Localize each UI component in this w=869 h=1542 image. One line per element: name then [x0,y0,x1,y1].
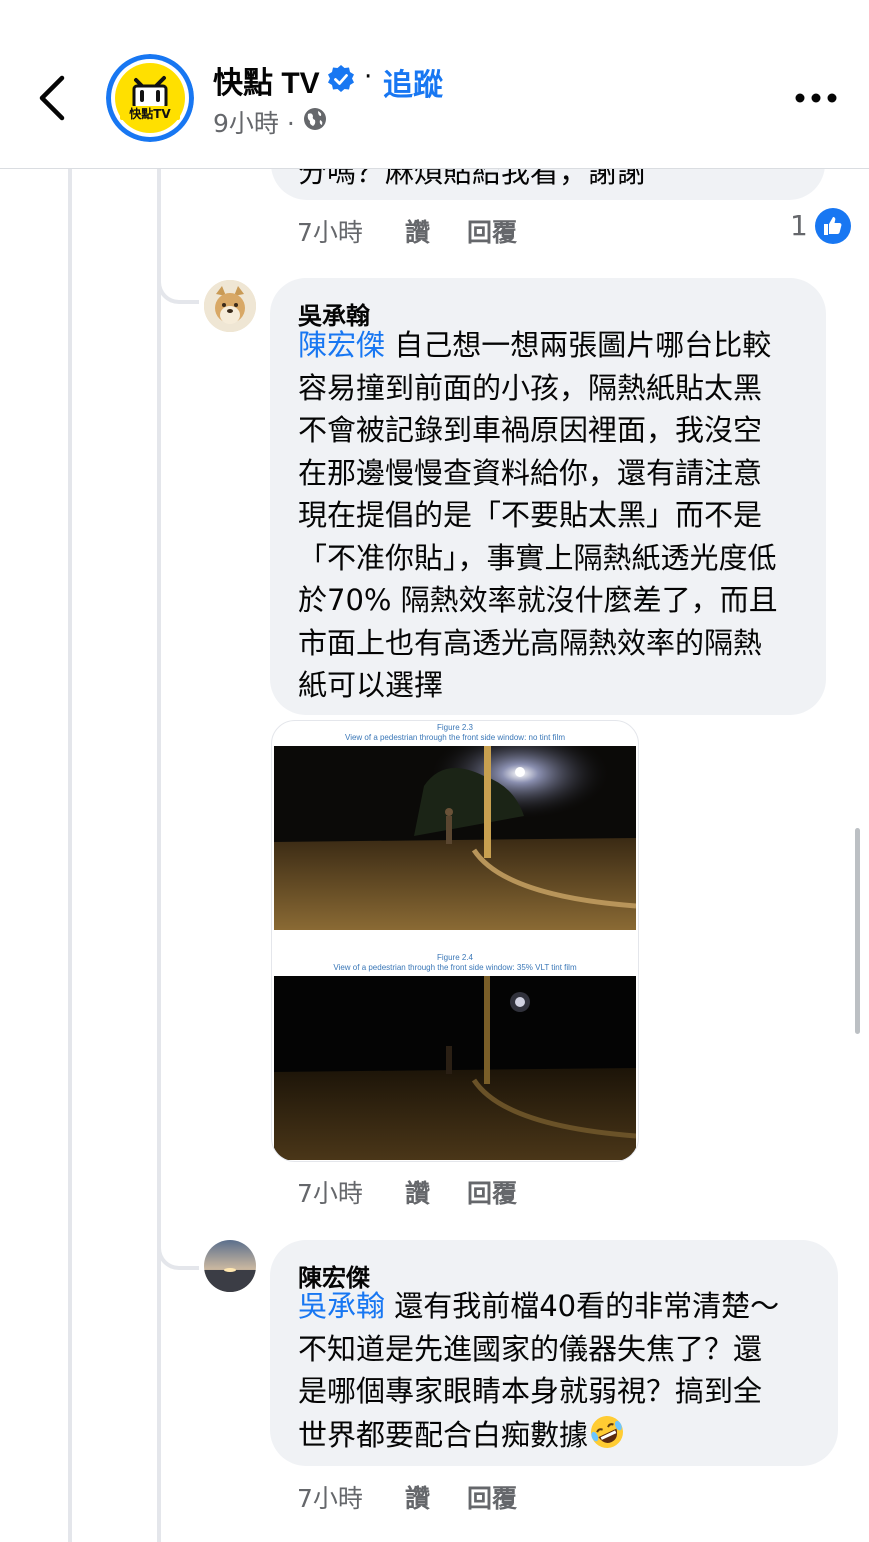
comment-line-1: 陳宏傑 自己想一想兩張圖片哪台比較 [298,328,772,362]
thread-line-outer [68,168,72,1542]
mention-link[interactable]: 陳宏傑 [298,328,385,362]
figure-title: Figure 2.4 [436,953,474,962]
comment-body: 陳宏傑 自己想一想兩張圖片哪台比較 容易撞到前面的小孩，隔熱紙貼太黑 不會被記錄… [298,324,778,707]
comment-time[interactable]: 7小時 [297,1174,363,1210]
reply-button[interactable]: 回覆 [467,213,517,249]
reply-button[interactable]: 回覆 [467,1174,517,1210]
mention-link[interactable]: 吳承翰 [298,1289,385,1323]
comment-line-4: 世界都要配合白痴數據 [298,1413,779,1457]
thread-connector [157,276,199,304]
comment-line-2: 不知道是先進國家的儀器失焦了？還 [298,1331,763,1366]
scrollbar[interactable] [855,828,860,1034]
like-reaction-icon[interactable] [815,208,851,244]
comment-line-9: 紙可以選擇 [298,668,444,702]
rolling-laughing-emoji-icon [591,1415,624,1448]
comment-attached-image[interactable]: Figure 2.3 View of a pedestrian through … [271,720,639,1162]
page-name[interactable]: 快點 TV [213,58,320,102]
avatar-sunset[interactable] [204,1240,256,1292]
globe-icon [304,108,326,130]
thread-line-inner [157,168,161,1542]
separator-dot: · [364,62,373,92]
night-street-photo-clear [274,746,636,930]
doge-avatar-icon [204,280,256,332]
comment-line-3: 是哪個專家眼睛本身就弱視？搞到全 [298,1374,763,1408]
like-button[interactable]: 讚 [405,1174,430,1210]
post-header: 快點TV 快點 TV · 追蹤 9小時 · [0,0,869,169]
comment-line-3: 不會被記錄到車禍原因裡面，我沒空 [298,413,763,447]
comment-time[interactable]: 7小時 [297,213,363,249]
figure-caption: View of a pedestrian through the front s… [333,963,577,972]
figure-caption: View of a pedestrian through the front s… [345,733,565,742]
comment-line-5: 現在提倡的是「不要貼太黑」而不是 [298,498,763,532]
reaction-count[interactable]: 1 [790,209,808,242]
comment-line-7: 於70% 隔熱效率就沒什麼差了，而且 [298,583,778,617]
figure-title: Figure 2.3 [436,723,474,732]
page-avatar[interactable]: 快點TV [106,54,194,142]
comment-line-2: 容易撞到前面的小孩，隔熱紙貼太黑 [298,370,763,405]
like-button[interactable]: 讚 [405,213,430,249]
post-time[interactable]: 9小時 · [213,104,295,140]
comment-line-1: 吳承翰 還有我前檔40看的非常清楚～ [298,1289,780,1323]
comment-line-6: 「不准你貼」，事實上隔熱紙透光度低 [298,540,777,575]
comment-body: 吳承翰 還有我前檔40看的非常清楚～ 不知道是先進國家的儀器失焦了？還 是哪個專… [298,1285,779,1456]
kuaidian-tv-logo-icon: 快點TV [106,54,194,142]
night-street-photo-tinted [274,976,636,1160]
reply-button[interactable]: 回覆 [467,1479,517,1515]
verified-badge-icon [328,65,354,92]
comment-line-8: 市面上也有高透光高隔熱效率的隔熱 [298,625,763,660]
more-options-icon[interactable] [792,86,840,110]
svg-text:快點TV: 快點TV [129,106,171,121]
sunset-avatar-icon [204,1240,256,1292]
comment-time[interactable]: 7小時 [297,1479,363,1515]
follow-button[interactable]: 追蹤 [383,60,443,104]
thread-connector [157,1242,199,1270]
back-arrow-icon[interactable] [30,72,78,124]
avatar-doge[interactable] [204,280,256,332]
comment-line-4: 在那邊慢慢查資料給你，還有請注意 [298,455,763,490]
like-button[interactable]: 讚 [405,1479,430,1515]
